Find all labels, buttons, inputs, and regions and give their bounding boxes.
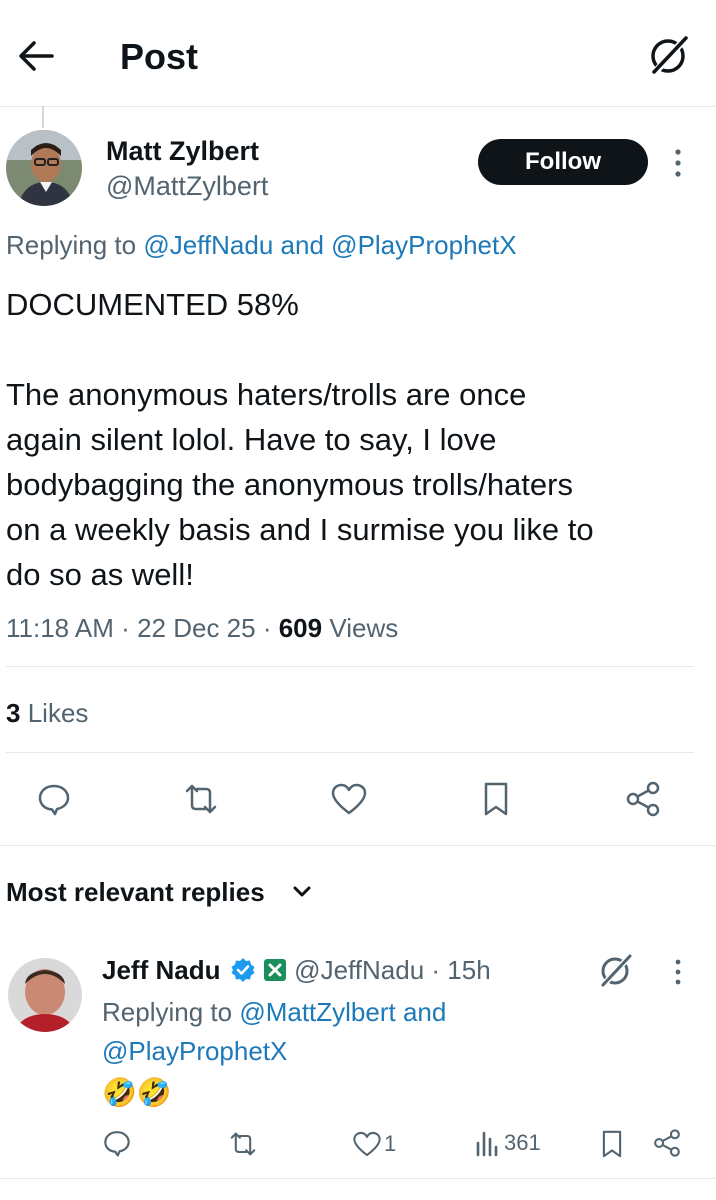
likes-divider — [6, 752, 694, 753]
reply-views-button[interactable]: 361 — [474, 1128, 554, 1158]
grok-button[interactable] — [644, 30, 694, 80]
author-handle[interactable]: @MattZylbert — [106, 170, 268, 202]
reply-text: 🤣🤣 — [102, 1077, 172, 1108]
mention-jeffnadu[interactable]: @JeffNadu — [143, 230, 273, 260]
heart-icon — [353, 1131, 381, 1157]
thread-line — [42, 106, 44, 128]
bookmark-icon — [484, 782, 508, 816]
mention-playprophetx[interactable]: @PlayProphetX — [331, 230, 516, 260]
share-icon — [654, 1129, 680, 1157]
reply-avatar[interactable] — [8, 958, 82, 1032]
meta-divider — [6, 666, 694, 667]
page-title: Post — [120, 36, 199, 77]
reply-header: Jeff Nadu @JeffNadu · 15h — [102, 955, 491, 985]
tweet-time[interactable]: 11:18 AM — [6, 613, 114, 643]
author-name[interactable]: Matt Zylbert — [106, 135, 259, 167]
reply-time[interactable]: 15h — [447, 955, 490, 985]
reply-divider — [0, 1178, 716, 1179]
comment-icon — [104, 1131, 130, 1157]
back-button[interactable] — [14, 34, 58, 78]
share-button[interactable] — [624, 780, 662, 818]
reply-button[interactable] — [36, 781, 72, 817]
likes-count: 3 — [6, 698, 21, 728]
arrow-left-icon — [19, 41, 54, 71]
more-vertical-icon — [675, 959, 681, 985]
like-button[interactable] — [330, 782, 368, 816]
reply-more-options-button[interactable] — [666, 954, 690, 990]
replying-to: Replying to @JeffNadu and @PlayProphetX — [6, 230, 517, 260]
tweet-date[interactable]: 22 Dec 25 — [137, 613, 256, 643]
reply-replying-to: Replying to @MattZylbert and @PlayProphe… — [102, 997, 447, 1066]
chevron-down-icon[interactable] — [290, 881, 314, 903]
follow-button[interactable]: Follow — [478, 139, 648, 185]
retweet-icon — [185, 784, 217, 814]
retweet-button[interactable] — [181, 781, 221, 817]
avatar[interactable] — [6, 130, 82, 206]
views-label: Views — [329, 613, 399, 643]
views-bar-icon — [476, 1131, 498, 1157]
reply-retweet-button[interactable] — [227, 1129, 259, 1159]
tweet-text: DOCUMENTED 58% The anonymous haters/trol… — [6, 287, 594, 592]
actions-divider — [0, 845, 716, 846]
replies-sort-label: Most relevant replies — [6, 877, 265, 907]
reply-views-count: 361 — [504, 1130, 541, 1155]
reply-author-handle[interactable]: @JeffNadu — [294, 955, 424, 985]
follow-label: Follow — [525, 148, 601, 175]
reply-grok-button[interactable] — [596, 950, 636, 990]
reply-share-button[interactable] — [652, 1128, 682, 1158]
reply-author-name[interactable]: Jeff Nadu — [102, 955, 220, 985]
more-options-button[interactable] — [666, 144, 690, 182]
mention-mattzylbert[interactable]: @MattZylbert — [239, 997, 395, 1027]
verified-badge-icon — [230, 957, 256, 983]
heart-icon — [331, 783, 367, 815]
more-vertical-icon — [675, 149, 681, 177]
reply-bookmark-button[interactable] — [599, 1128, 625, 1160]
comment-icon — [38, 784, 70, 816]
views-count: 609 — [278, 613, 323, 643]
tweet-meta: 11:18 AM · 22 Dec 25 · 609 Views — [6, 613, 399, 643]
share-icon — [626, 781, 660, 817]
bookmark-button[interactable] — [480, 780, 512, 818]
reply-like-button[interactable]: 1 — [352, 1129, 400, 1159]
retweet-icon — [230, 1132, 256, 1156]
reply-reply-button[interactable] — [102, 1128, 132, 1158]
mention-playprophetx[interactable]: @PlayProphetX — [102, 1036, 287, 1066]
bookmark-icon — [602, 1130, 622, 1158]
reply-like-count: 1 — [384, 1131, 397, 1156]
likes-label: Likes — [27, 698, 89, 728]
grok-icon — [651, 36, 688, 74]
grok-icon — [601, 954, 632, 987]
affiliate-badge-icon[interactable] — [263, 958, 287, 982]
replies-sort-toggle[interactable]: Most relevant replies — [6, 876, 265, 908]
header-divider — [0, 106, 716, 107]
likes-stat[interactable]: 3 Likes — [6, 697, 88, 729]
